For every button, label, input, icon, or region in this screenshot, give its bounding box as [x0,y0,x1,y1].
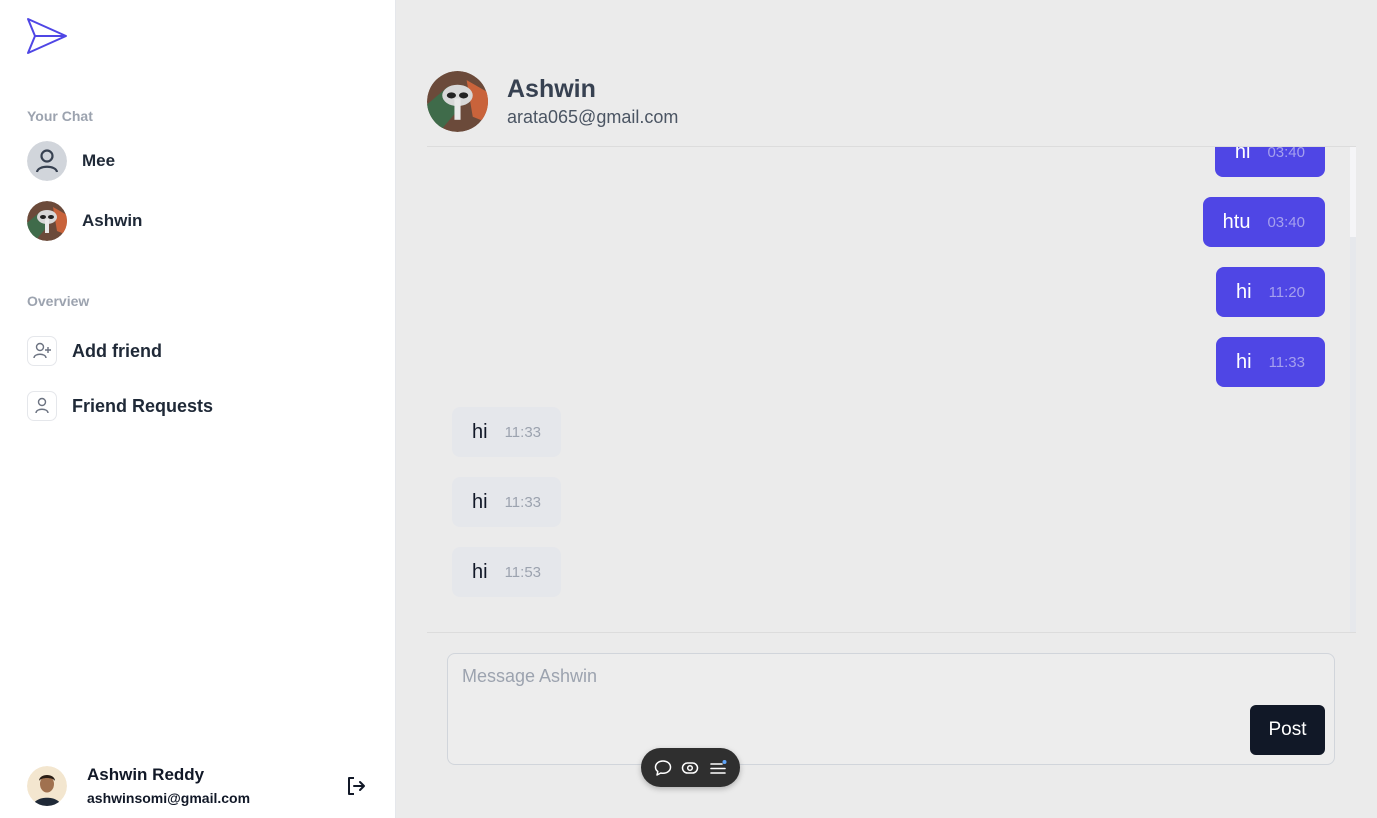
message-text: hi [1235,280,1252,303]
user-plus-icon [27,336,57,366]
divider [427,632,1356,633]
post-button[interactable]: Post [1250,705,1325,755]
avatar [27,765,67,806]
chat-item-mee[interactable]: Mee [27,141,115,181]
message-text: hi [472,560,488,583]
message-text: hi [472,490,488,513]
default-user-avatar [27,141,67,181]
message-time: 11:33 [1268,353,1305,371]
user-icon [27,391,57,421]
comment-icon[interactable] [652,757,674,779]
add-friend-link[interactable]: Add friend [27,336,162,366]
current-user-name: Ashwin Reddy [87,765,205,784]
paper-plane-logo-icon[interactable] [26,17,68,55]
chat-item-name: Ashwin [82,211,143,230]
friend-requests-label: Friend Requests [72,395,214,416]
message-list[interactable]: hi 03:40 htu 03:40 hi 11:20 hi 11:33 hi … [427,147,1351,632]
message-bubble-outgoing: hi 11:33 [1215,337,1325,387]
logout-icon[interactable] [344,774,368,798]
message-text: hi [472,420,488,443]
message-bubble-outgoing: hi 11:20 [1215,267,1325,317]
floating-toolbar [641,748,740,787]
message-bubble-incoming: hi 11:33 [452,477,562,527]
message-time: 11:33 [504,493,542,511]
chat-item-name: Mee [82,151,116,170]
photo-avatar [27,201,67,241]
overview-label: Overview [27,293,90,309]
current-user-email: ashwinsomi@gmail.com [87,790,251,806]
message-bubble-incoming: hi 11:53 [452,547,562,597]
sidebar: Your Chat Mee Ashwin Overview Add friend… [0,0,396,818]
message-input[interactable] [448,654,1334,764]
scrollbar-thumb[interactable] [1350,147,1356,237]
message-text: htu [1222,210,1251,233]
message-text: hi [1235,350,1252,373]
message-bubble-outgoing: htu 03:40 [1202,197,1325,247]
friend-requests-link[interactable]: Friend Requests [27,391,213,421]
eye-icon[interactable] [679,757,701,779]
chat-header: Ashwin arata065@gmail.com [427,70,678,132]
message-bubble-outgoing: hi 03:40 [1214,147,1325,177]
partner-name: Ashwin [507,75,596,103]
message-text: hi [1234,147,1251,163]
your-chat-label: Your Chat [27,108,93,124]
message-time: 11:33 [504,423,542,441]
message-time: 03:40 [1267,213,1305,231]
message-composer: Post [447,653,1335,765]
message-bubble-incoming: hi 11:33 [452,407,562,457]
message-time: 11:53 [504,563,542,581]
partner-email: arata065@gmail.com [507,107,679,127]
partner-avatar [427,70,488,132]
current-user: Ashwin Reddy ashwinsomi@gmail.com [27,765,250,806]
menu-icon[interactable] [707,757,729,779]
add-friend-label: Add friend [72,340,162,361]
chat-item-ashwin[interactable]: Ashwin [27,201,142,241]
message-time: 03:40 [1267,147,1305,161]
message-scrollbar[interactable] [1350,147,1356,632]
message-time: 11:20 [1268,283,1305,301]
